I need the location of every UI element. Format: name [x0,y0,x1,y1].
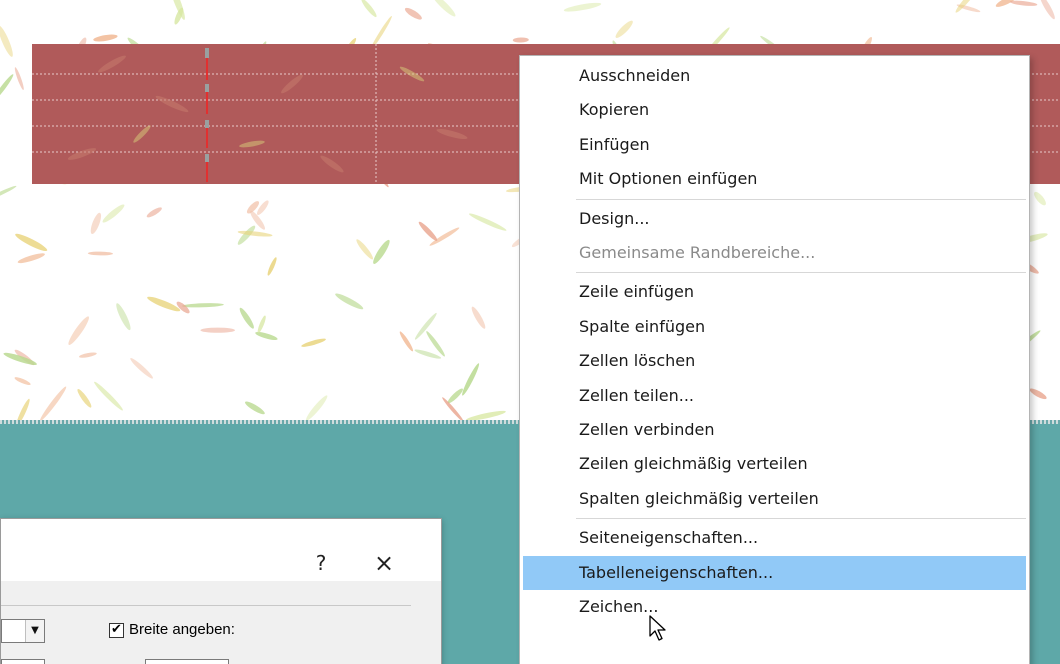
chevron-down-icon[interactable]: ▼ [25,620,44,642]
dialog-separator [1,605,411,606]
width-input[interactable] [145,659,229,664]
menu-separator [576,198,1026,200]
menu-item-spalten-gleichmaessig-verteilen[interactable]: Spalten gleichmäßig verteilen [523,482,1026,516]
specify-width-label: Breite angeben: [129,621,235,638]
menu-item-kopieren[interactable]: Kopieren [523,93,1026,127]
alignment-dropdown[interactable]: ▼ [1,619,45,643]
menu-separator [576,518,1026,520]
menu-item-zeichen[interactable]: Zeichen... [523,590,1026,624]
menu-item-zellen-verbinden[interactable]: Zellen verbinden [523,413,1026,447]
menu-item-tabelleneigenschaften[interactable]: Tabelleneigenschaften... [523,555,1026,590]
menu-item-design[interactable]: Design... [523,202,1026,236]
context-menu: Ausschneiden Kopieren Einfügen Mit Optionen… [519,55,1030,664]
menu-item-spalte-einfuegen[interactable]: Spalte einfügen [523,310,1026,344]
menu-item-ausschneiden[interactable]: Ausschneiden [523,59,1026,93]
menu-item-zellen-loeschen[interactable]: Zellen löschen [523,344,1026,378]
menu-item-gemeinsame-randbereiche: Gemeinsame Randbereiche... [579,243,816,262]
menu-item-seiteneigenschaften[interactable]: Seiteneigenschaften... [523,521,1026,555]
specify-width-checkbox[interactable]: ✔ [109,623,124,638]
editor-canvas: ? × ▼ ✔ Breite angeben: Ausschneiden Kopi… [0,0,1060,664]
menu-item-zeilen-gleichmaessig-verteilen[interactable]: Zeilen gleichmäßig verteilen [523,447,1026,481]
arrow-pointer-icon [649,615,666,641]
secondary-dropdown[interactable] [1,659,45,664]
menu-item-zeile-einfuegen[interactable]: Zeile einfügen [523,275,1026,309]
menu-item-zellen-teilen[interactable]: Zellen teilen... [523,379,1026,413]
menu-item-mit-optionen-einfuegen[interactable]: Mit Optionen einfügen [523,162,1026,196]
menu-item-einfuegen[interactable]: Einfügen [523,128,1026,162]
table-properties-dialog: ? × ▼ ✔ Breite angeben: [0,518,442,664]
help-icon[interactable]: ? [307,549,335,577]
close-icon[interactable]: × [367,549,401,577]
menu-separator [576,272,1026,274]
